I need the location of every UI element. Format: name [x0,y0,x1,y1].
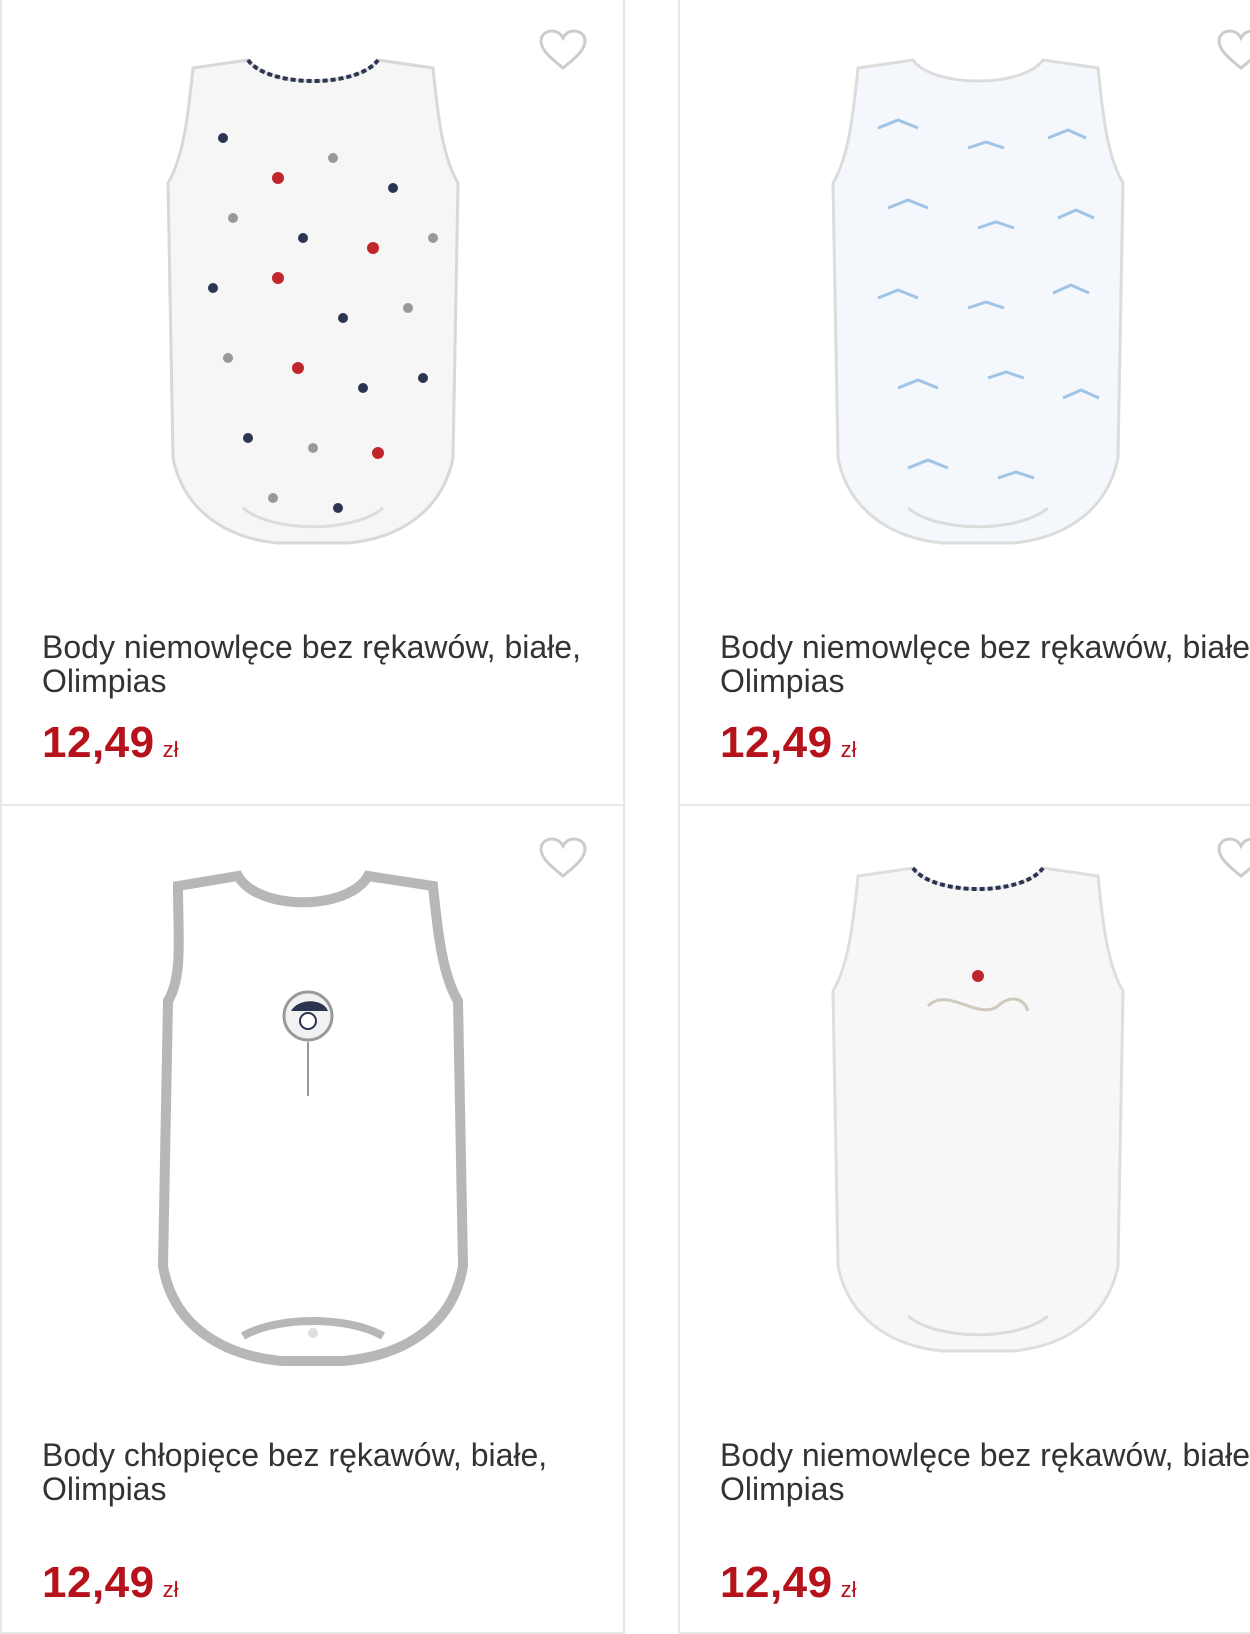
product-image[interactable] [680,38,1250,598]
price-amount: 12,49 [720,718,833,767]
price-currency: zł [162,1577,179,1602]
price-amount: 12,49 [42,1558,155,1607]
product-price: 12,49 zł [42,718,179,768]
price-amount: 12,49 [42,718,155,767]
product-title[interactable]: Body niemowlęce bez rękawów, białe, Olim… [720,630,1250,698]
product-card[interactable]: Body chłopięce bez rękawów, białe, Olimp… [0,804,625,1634]
product-image[interactable] [2,38,623,598]
product-title[interactable]: Body niemowlęce bez rękawów, białe, Olim… [42,630,582,698]
price-amount: 12,49 [720,1558,833,1607]
product-image[interactable] [2,846,623,1406]
product-price: 12,49 zł [720,718,857,768]
product-price: 12,49 zł [42,1558,179,1608]
price-currency: zł [840,737,857,762]
product-title[interactable]: Body chłopięce bez rękawów, białe, Olimp… [42,1438,582,1506]
product-card[interactable]: Body niemowlęce bez rękawów, białe, Olim… [678,0,1250,806]
product-card[interactable]: Body niemowlęce bez rękawów, białe, Olim… [0,0,625,806]
price-currency: zł [162,737,179,762]
product-title[interactable]: Body niemowlęce bez rękawów, białe, Olim… [720,1438,1250,1506]
product-card[interactable]: Body niemowlęce bez rękawów, białe, Olim… [678,804,1250,1634]
product-price: 12,49 zł [720,1558,857,1608]
product-image[interactable] [680,846,1250,1406]
price-currency: zł [840,1577,857,1602]
